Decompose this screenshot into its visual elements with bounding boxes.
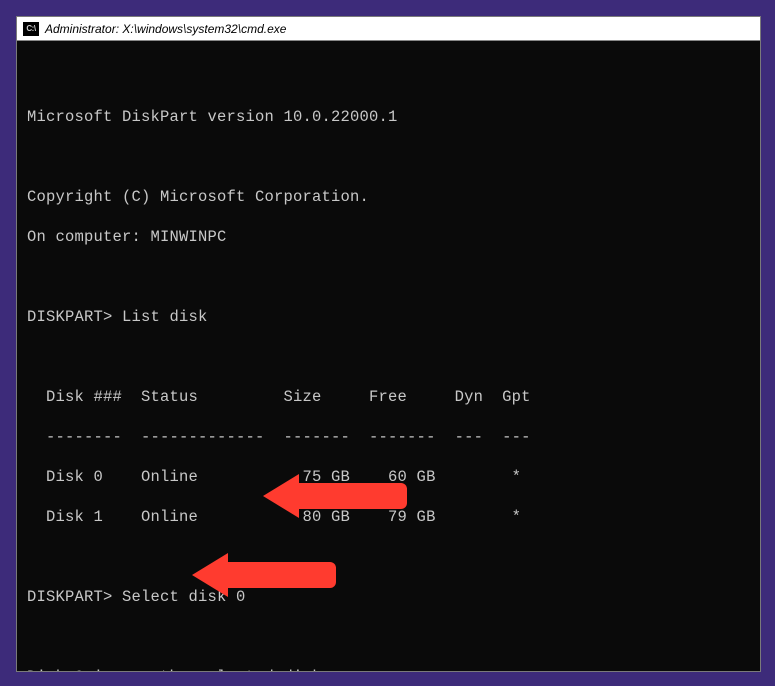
window-title: Administrator: X:\windows\system32\cmd.e… — [45, 22, 286, 36]
msg-selected: Disk 0 is now the selected disk. — [27, 667, 752, 671]
cmd-window: C:\ Administrator: X:\windows\system32\c… — [16, 16, 761, 672]
console-output[interactable]: Microsoft DiskPart version 10.0.22000.1 … — [17, 41, 760, 671]
table-separator: -------- ------------- ------- ------- -… — [27, 427, 752, 447]
title-bar[interactable]: C:\ Administrator: X:\windows\system32\c… — [17, 17, 760, 41]
line-version: Microsoft DiskPart version 10.0.22000.1 — [27, 107, 752, 127]
line-copyright: Copyright (C) Microsoft Corporation. — [27, 187, 752, 207]
prompt-select-disk: DISKPART> Select disk 0 — [27, 587, 752, 607]
table-row: Disk 0 Online 75 GB 60 GB * — [27, 467, 752, 487]
table-header: Disk ### Status Size Free Dyn Gpt — [27, 387, 752, 407]
prompt-list-disk: DISKPART> List disk — [27, 307, 752, 327]
cmd-icon: C:\ — [23, 22, 39, 36]
table-row: Disk 1 Online 80 GB 79 GB * — [27, 507, 752, 527]
line-computer: On computer: MINWINPC — [27, 227, 752, 247]
